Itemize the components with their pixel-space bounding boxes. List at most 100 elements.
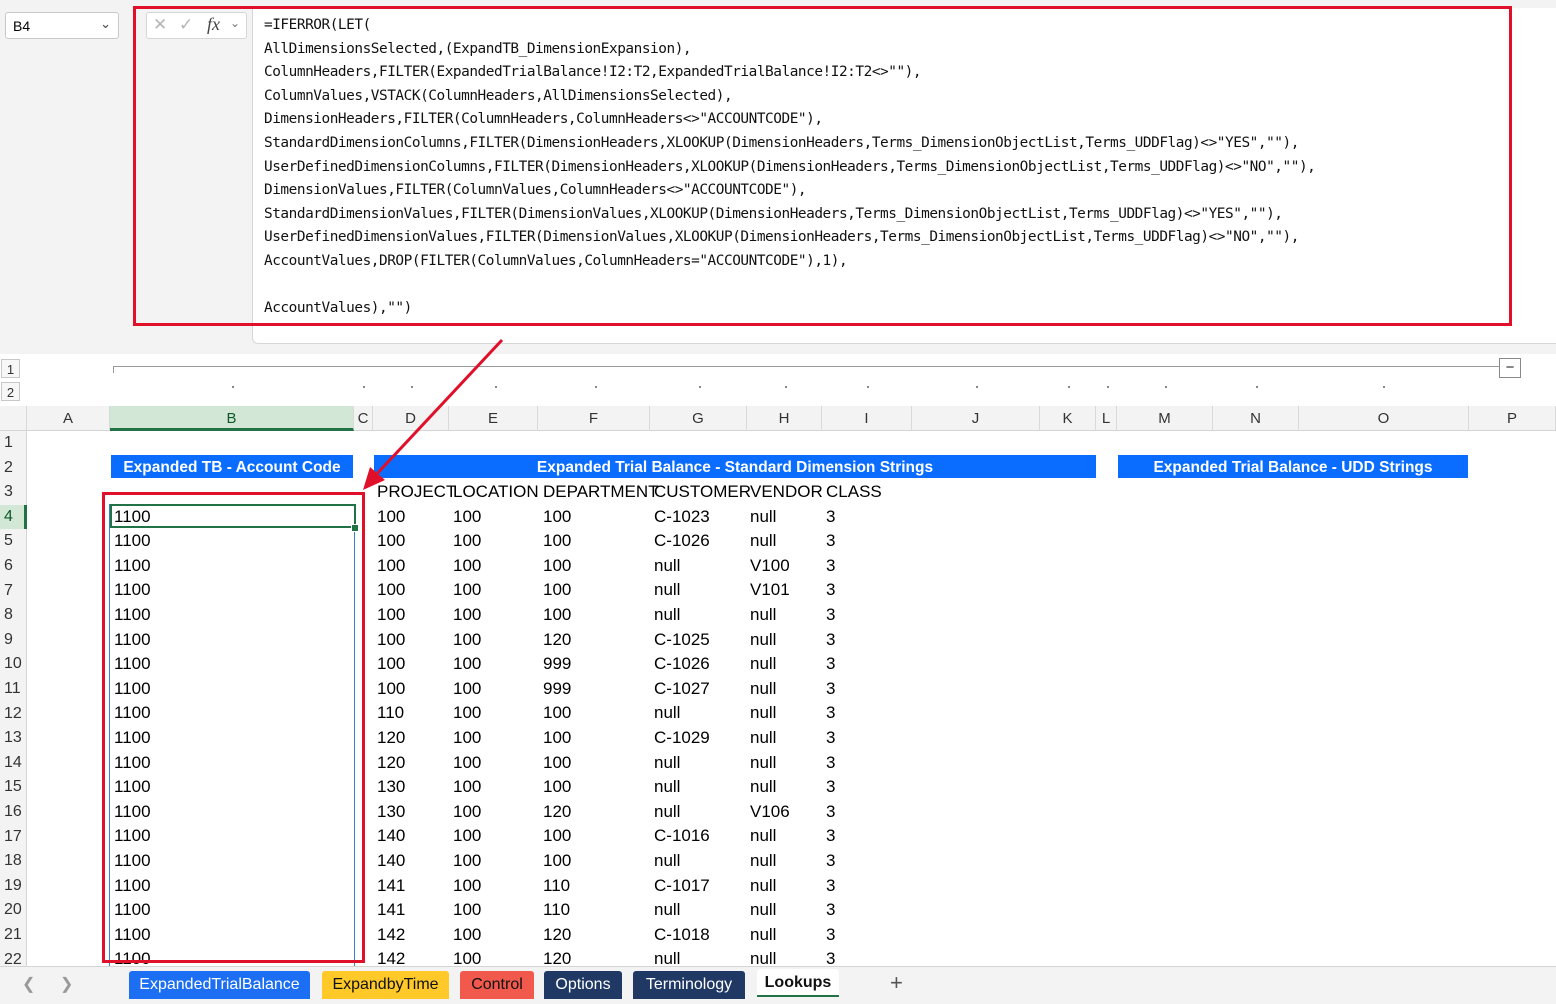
- cell-class[interactable]: 3: [826, 923, 835, 948]
- cell-location[interactable]: 100: [453, 677, 481, 702]
- sheet-tab-options[interactable]: Options: [544, 971, 622, 999]
- row-header-15[interactable]: 15: [0, 775, 27, 800]
- cell-project[interactable]: 140: [377, 824, 405, 849]
- cell-project[interactable]: 142: [377, 947, 405, 966]
- cell-customer[interactable]: C-1026: [654, 529, 710, 554]
- minus-icon[interactable]: −: [1499, 358, 1521, 378]
- cell-class[interactable]: 3: [826, 554, 835, 579]
- column-header-h[interactable]: H: [747, 406, 822, 431]
- row-header-10[interactable]: 10: [0, 652, 27, 677]
- cell-customer[interactable]: C-1025: [654, 628, 710, 653]
- cell-project[interactable]: 100: [377, 554, 405, 579]
- cell-location[interactable]: 100: [453, 529, 481, 554]
- cell-department[interactable]: 120: [543, 947, 571, 966]
- header-cell-department[interactable]: DEPARTMENT: [543, 480, 659, 504]
- cell-class[interactable]: 3: [826, 874, 835, 899]
- cell-location[interactable]: 100: [453, 751, 481, 776]
- cell-vendor[interactable]: null: [750, 677, 776, 702]
- cell-vendor[interactable]: null: [750, 849, 776, 874]
- header-cell-project[interactable]: PROJECT: [377, 480, 456, 504]
- row-header-3[interactable]: 3: [0, 480, 27, 505]
- cell-department[interactable]: 100: [543, 603, 571, 628]
- cell-location[interactable]: 100: [453, 726, 481, 751]
- cell-customer[interactable]: C-1023: [654, 505, 710, 530]
- cell-class[interactable]: 3: [826, 947, 835, 966]
- cell-project[interactable]: 130: [377, 775, 405, 800]
- plus-icon[interactable]: +: [890, 970, 903, 996]
- cell-project[interactable]: 100: [377, 603, 405, 628]
- cell-location[interactable]: 100: [453, 923, 481, 948]
- row-header-7[interactable]: 7: [0, 579, 27, 604]
- cell-department[interactable]: 120: [543, 800, 571, 825]
- column-header-a[interactable]: A: [27, 406, 110, 431]
- column-header-f[interactable]: F: [538, 406, 650, 431]
- cell-department[interactable]: 100: [543, 751, 571, 776]
- cell-department[interactable]: 100: [543, 824, 571, 849]
- cell-customer[interactable]: C-1027: [654, 677, 710, 702]
- cell-department[interactable]: 100: [543, 726, 571, 751]
- cell-vendor[interactable]: null: [750, 923, 776, 948]
- cell-location[interactable]: 100: [453, 800, 481, 825]
- row-header-4[interactable]: 4: [0, 504, 27, 530]
- row-header-13[interactable]: 13: [0, 726, 27, 751]
- cell-vendor[interactable]: null: [750, 775, 776, 800]
- cell-location[interactable]: 100: [453, 505, 481, 530]
- cell-department[interactable]: 100: [543, 554, 571, 579]
- cell-location[interactable]: 100: [453, 701, 481, 726]
- chevron-down-icon[interactable]: ⌄: [100, 16, 111, 32]
- cell-vendor[interactable]: V101: [750, 578, 790, 603]
- column-header-d[interactable]: D: [373, 406, 449, 431]
- row-header-8[interactable]: 8: [0, 603, 27, 628]
- cell-class[interactable]: 3: [826, 505, 835, 530]
- select-all-corner[interactable]: [0, 406, 27, 431]
- cell-project[interactable]: 100: [377, 677, 405, 702]
- cell-customer[interactable]: C-1029: [654, 726, 710, 751]
- cell-vendor[interactable]: null: [750, 628, 776, 653]
- column-header-p[interactable]: P: [1469, 406, 1556, 431]
- cell-class[interactable]: 3: [826, 529, 835, 554]
- cell-vendor[interactable]: null: [750, 947, 776, 966]
- cell-project[interactable]: 120: [377, 726, 405, 751]
- cell-customer[interactable]: null: [654, 554, 680, 579]
- cell-class[interactable]: 3: [826, 652, 835, 677]
- cell-vendor[interactable]: null: [750, 726, 776, 751]
- cell-department[interactable]: 100: [543, 775, 571, 800]
- cell-location[interactable]: 100: [453, 603, 481, 628]
- cell-location[interactable]: 100: [453, 947, 481, 966]
- cell-vendor[interactable]: null: [750, 824, 776, 849]
- cell-project[interactable]: 141: [377, 874, 405, 899]
- cell-department[interactable]: 110: [543, 898, 570, 923]
- cell-department[interactable]: 120: [543, 923, 571, 948]
- cell-vendor[interactable]: null: [750, 603, 776, 628]
- cell-vendor[interactable]: null: [750, 701, 776, 726]
- row-header-2[interactable]: 2: [0, 456, 27, 481]
- row-header-1[interactable]: 1: [0, 431, 27, 456]
- cell-vendor[interactable]: null: [750, 505, 776, 530]
- cell-location[interactable]: 100: [453, 849, 481, 874]
- cell-customer[interactable]: null: [654, 775, 680, 800]
- cell-department[interactable]: 100: [543, 849, 571, 874]
- cell-project[interactable]: 142: [377, 923, 405, 948]
- cell-customer[interactable]: null: [654, 578, 680, 603]
- sheet-tab-lookups[interactable]: Lookups: [757, 969, 839, 997]
- cell-project[interactable]: 110: [377, 701, 404, 726]
- cell-department[interactable]: 100: [543, 505, 571, 530]
- sheet-tab-terminology[interactable]: Terminology: [633, 971, 745, 999]
- cell-location[interactable]: 100: [453, 775, 481, 800]
- cell-vendor[interactable]: null: [750, 874, 776, 899]
- cell-vendor[interactable]: null: [750, 652, 776, 677]
- cell-project[interactable]: 100: [377, 529, 405, 554]
- cell-location[interactable]: 100: [453, 628, 481, 653]
- cell-department[interactable]: 999: [543, 652, 571, 677]
- row-header-5[interactable]: 5: [0, 529, 27, 554]
- cell-project[interactable]: 100: [377, 628, 405, 653]
- cell-project[interactable]: 130: [377, 800, 405, 825]
- cell-location[interactable]: 100: [453, 874, 481, 899]
- column-header-i[interactable]: I: [822, 406, 912, 431]
- row-header-19[interactable]: 19: [0, 874, 27, 899]
- cell-department[interactable]: 110: [543, 874, 570, 899]
- cell-class[interactable]: 3: [826, 677, 835, 702]
- cell-class[interactable]: 3: [826, 824, 835, 849]
- row-header-14[interactable]: 14: [0, 751, 27, 776]
- row-header-21[interactable]: 21: [0, 923, 27, 948]
